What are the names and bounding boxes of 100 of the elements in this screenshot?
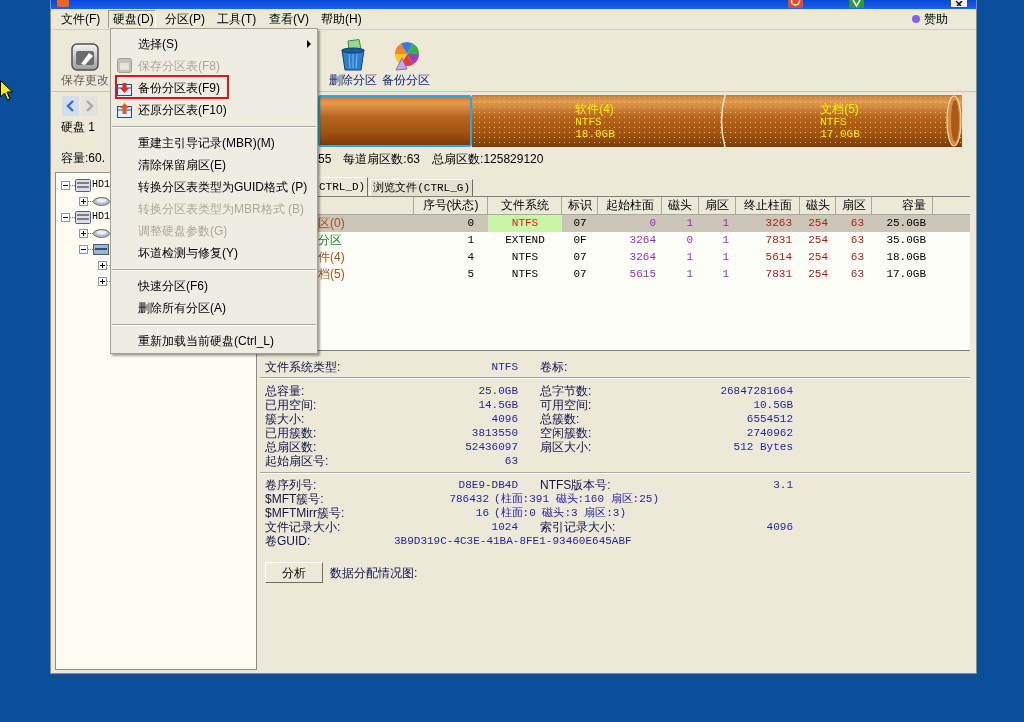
table-cell-text: 0 — [685, 233, 694, 248]
menu-item[interactable]: 帮助(H) — [316, 9, 364, 29]
table-cell-text: 0F — [572, 233, 588, 248]
field-value: 14.5GB — [478, 398, 518, 412]
tree-item-label[interactable]: HD1 — [92, 211, 110, 223]
table-cell-text: 区(0) — [318, 215, 346, 232]
filesystem-label: NTFS — [575, 115, 602, 128]
field-label: 文件系统类型: — [265, 360, 341, 374]
toolbar-button[interactable]: 备份分区 — [379, 30, 432, 90]
table-cell-text: 3264 — [628, 233, 657, 248]
cursor-icon — [0, 80, 13, 101]
minus-box-icon[interactable] — [61, 180, 70, 190]
column-header[interactable]: 磁头 — [800, 197, 836, 214]
plus-box-icon[interactable] — [98, 276, 107, 286]
field-label: 索引记录大小: — [540, 520, 616, 534]
table-cell-text: 件(4) — [318, 249, 346, 266]
menu-item[interactable]: 转换分区表类型为GUID格式 (P) — [111, 176, 317, 198]
minus-box-icon[interactable] — [61, 212, 70, 222]
column-header[interactable]: 扇区 — [836, 197, 872, 214]
field-value: 26847281664 — [720, 384, 793, 398]
plus-box-icon[interactable] — [79, 228, 88, 238]
field-label: 簇大小: — [265, 412, 305, 426]
drive-icon — [93, 228, 110, 238]
field-label: 总字节数: — [540, 384, 592, 398]
disk-info: 55 — [318, 152, 332, 166]
table-cell-text: 18.0GB — [885, 250, 927, 265]
filesystem-label: NTFS — [820, 115, 847, 128]
table-cell-text: 分区 — [318, 232, 343, 249]
field-label: 起始扇区号: — [265, 454, 329, 468]
close-button[interactable] — [950, 0, 968, 8]
sponsor-link[interactable]: 赞助 — [924, 10, 948, 28]
menu-item[interactable]: 清除保留扇区(E) — [111, 154, 317, 176]
drive-bay-icon — [93, 243, 109, 255]
disk-segment[interactable] — [318, 95, 472, 147]
app-icon — [57, 0, 69, 7]
drive-icon — [93, 196, 110, 206]
disk-segment[interactable]: 文档(5) NTFS 17.0GB — [718, 95, 962, 147]
pencil-box-icon — [71, 43, 99, 71]
menu-item[interactable]: 重新加载当前硬盘(Ctrl_L) — [111, 330, 317, 352]
table-cell-text: NTFS — [510, 250, 540, 265]
table-cell-text: 07 — [572, 250, 588, 265]
field-value: 3813550 — [471, 426, 518, 440]
table-cell-text: 0 — [648, 216, 657, 231]
menu-item[interactable]: 备份分区表(F9) — [111, 77, 317, 99]
table-cell-text: 1 — [721, 250, 730, 265]
table-cell-text: 254 — [807, 250, 829, 265]
column-header[interactable]: 终止柱面 — [736, 197, 800, 214]
table-cell-text: 5615 — [628, 267, 657, 282]
field-label: 总扇区数: — [265, 440, 317, 454]
column-header[interactable]: 起始柱面 — [598, 197, 662, 214]
tile-icon — [849, 0, 864, 8]
field-label: 总容量: — [265, 384, 305, 398]
dot-icon — [912, 15, 920, 23]
menu-item[interactable]: 重建主引导记录(MBR)(M) — [111, 132, 317, 154]
table-cell-text: 07 — [572, 216, 588, 231]
plus-box-icon[interactable] — [98, 260, 107, 270]
table-cell-text: 5 — [466, 267, 475, 282]
analyze-button[interactable]: 分析 — [265, 562, 323, 583]
table-cell-text: 7831 — [764, 233, 793, 248]
field-value: 25.0GB — [478, 384, 518, 398]
plus-box-icon[interactable] — [79, 196, 88, 206]
menu-item[interactable]: 分区(P) — [160, 9, 208, 29]
field-value: 1024 — [491, 520, 518, 534]
disk-segment[interactable]: 软件(4) NTFS 18.0GB — [472, 95, 718, 147]
field-label: 已用簇数: — [265, 426, 317, 440]
table-cell-text: 1 — [721, 267, 730, 282]
column-header[interactable]: 标识 — [562, 197, 598, 214]
menu-item[interactable]: 工具(T) — [212, 9, 260, 29]
tab[interactable]: 浏览文件(CTRL_G) — [370, 179, 474, 196]
hard-drive-icon — [75, 210, 91, 224]
column-header[interactable]: 文件系统 — [488, 197, 562, 214]
size-label: 18.0GB — [575, 127, 615, 140]
close-icon — [955, 1, 963, 6]
minus-box-icon[interactable] — [79, 244, 88, 254]
table-cell-text: 07 — [572, 267, 588, 282]
table-cell-text: 档(5) — [318, 266, 346, 283]
column-header[interactable]: 序号(状态) — [414, 197, 488, 214]
disk-info: 总扇区数:125829120 — [432, 152, 544, 166]
table-cell-text: 17.0GB — [885, 267, 927, 282]
column-header[interactable]: 扇区 — [699, 197, 736, 214]
toolbar-button[interactable]: 删除分区 — [326, 30, 379, 90]
menu-item[interactable]: 查看(V) — [264, 9, 312, 29]
table-cell-text: 254 — [807, 233, 829, 248]
table-cell-text: 0 — [466, 216, 475, 231]
table-cell: NTFS — [488, 215, 562, 232]
menu-item[interactable]: 选择(S) — [111, 33, 317, 55]
table-cell-text: 1 — [685, 216, 694, 231]
chevron-right-icon — [85, 100, 94, 112]
previous-button[interactable] — [62, 96, 79, 116]
field-label: 卷标: — [540, 360, 568, 374]
tab[interactable]: CTRL_D) — [316, 177, 369, 196]
field-label: 扇区大小: — [540, 440, 592, 454]
column-header[interactable]: 容量 — [872, 197, 933, 214]
field-value: 6554512 — [746, 412, 793, 426]
tree-item-label[interactable]: HD1 — [92, 179, 110, 191]
table-cell-text: 4 — [466, 250, 475, 265]
column-header[interactable]: 磁头 — [662, 197, 699, 214]
menu-item[interactable]: 文件(F) — [56, 9, 104, 29]
menu-item[interactable]: 还原分区表(F10) — [111, 99, 317, 121]
menu-item[interactable]: 删除所有分区(A) — [111, 297, 317, 319]
